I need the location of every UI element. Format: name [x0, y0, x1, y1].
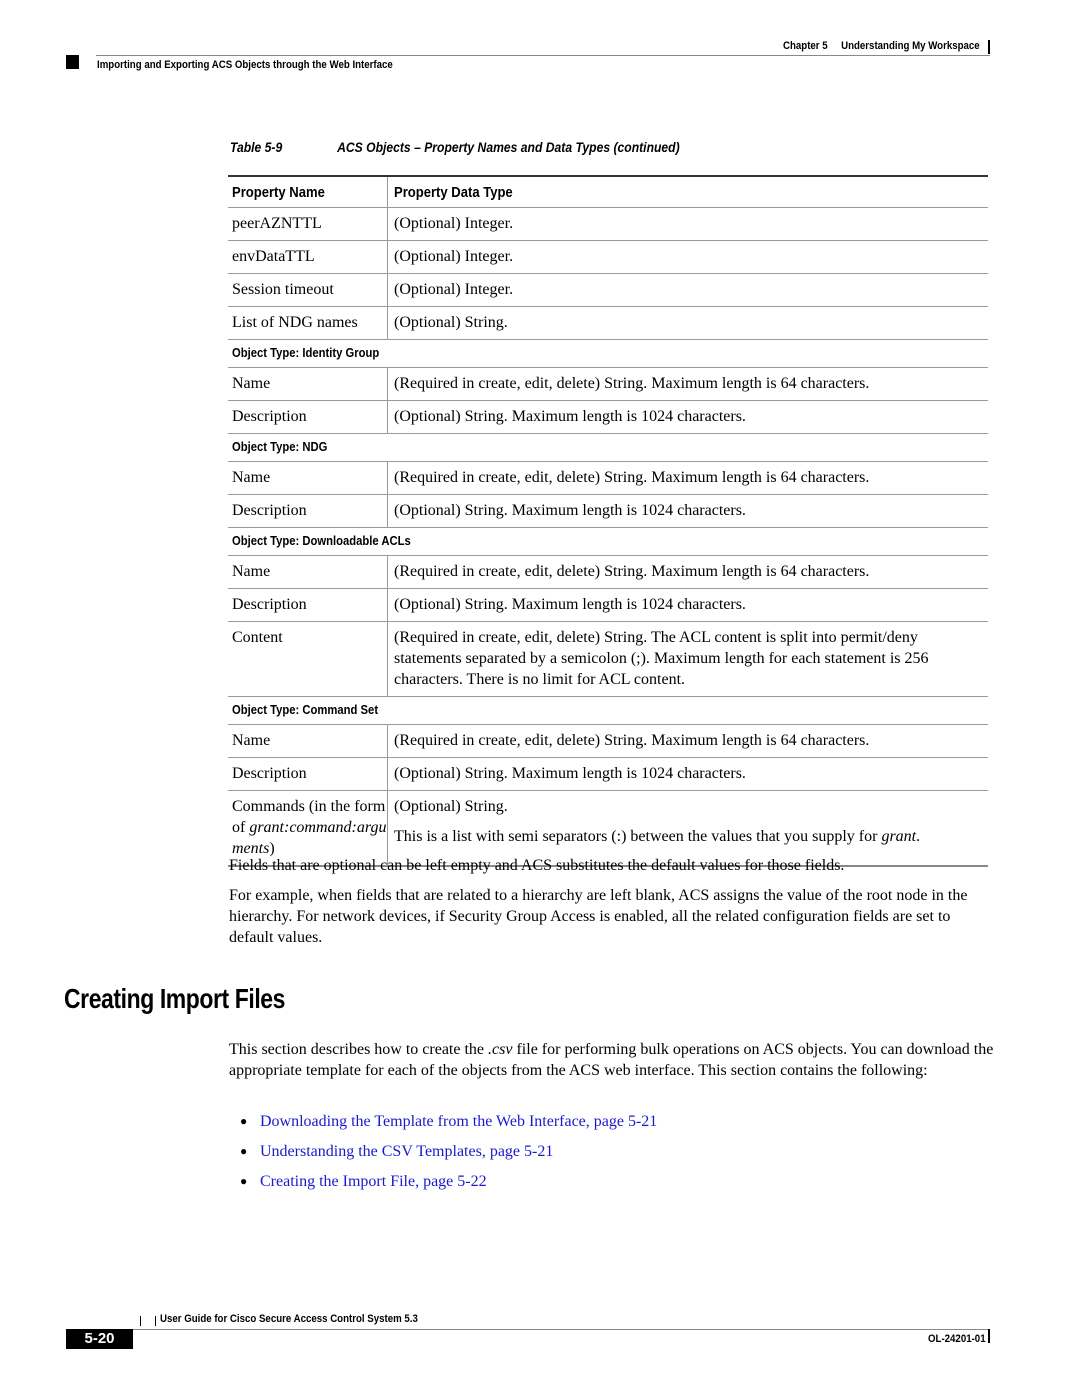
table-row: envDataTTL (Optional) Integer.: [228, 241, 988, 274]
table-row: Description (Optional) String. Maximum le…: [228, 401, 988, 434]
group-header-row: Object Type: Identity Group: [228, 340, 988, 368]
link-downloading-template[interactable]: Downloading the Template from the Web In…: [260, 1113, 657, 1130]
property-type-cell: (Required in create, edit, delete) Strin…: [394, 629, 929, 688]
chapter-label: Chapter 5 Understanding My Workspace: [783, 40, 980, 52]
footer-marks: [140, 1316, 156, 1326]
property-type-cell: (Optional) String. Maximum length is 102…: [394, 596, 746, 613]
footer-rule: [988, 1329, 990, 1343]
property-type-cell: (Optional) String. Maximum length is 102…: [394, 765, 746, 782]
property-table: Property Name Property Data Type peerAZN…: [228, 175, 988, 867]
link-understanding-csv-templates[interactable]: Understanding the CSV Templates, page 5-…: [260, 1143, 553, 1160]
object-type-label: Object Type: Downloadable ACLs: [232, 534, 411, 548]
property-type-cell: (Required in create, edit, delete) Strin…: [394, 375, 870, 392]
property-type-cell: (Optional) Integer.: [394, 281, 514, 298]
table-caption: Table 5-9 ACS Objects – Property Names an…: [230, 140, 680, 155]
table-title: ACS Objects – Property Names and Data Ty…: [337, 140, 680, 155]
column-header-property-data-type: Property Data Type: [394, 185, 513, 201]
property-name-cell: Description: [228, 495, 388, 527]
object-type-label: Object Type: NDG: [232, 440, 328, 454]
property-name-cell: Name: [228, 368, 388, 400]
header-rule: [988, 40, 990, 54]
property-name-cell: Name: [228, 462, 388, 494]
property-name-cell: peerAZNTTL: [228, 208, 388, 240]
property-type-cell: (Optional) String. This is a list with s…: [394, 798, 921, 845]
paragraph-example: For example, when fields that are relate…: [229, 887, 968, 946]
group-header-row: Object Type: Command Set: [228, 697, 988, 725]
list-item: ● Creating the Import File, page 5-22: [240, 1170, 657, 1200]
footer-title: User Guide for Cisco Secure Access Contr…: [160, 1313, 418, 1325]
bullet-icon: ●: [240, 1114, 248, 1128]
property-name-cell: Description: [228, 401, 388, 433]
group-header-row: Object Type: Downloadable ACLs: [228, 528, 988, 556]
object-type-label: Object Type: Command Set: [232, 703, 379, 717]
header-divider: [96, 55, 990, 56]
property-type-cell: (Optional) Integer.: [394, 215, 514, 232]
section-heading: Creating Import Files: [64, 983, 286, 1014]
property-name-cell: Description: [228, 589, 388, 621]
section-label: Importing and Exporting ACS Objects thro…: [97, 59, 393, 71]
table-row: Name (Required in create, edit, delete) S…: [228, 556, 988, 589]
table-row: Description (Optional) String. Maximum le…: [228, 495, 988, 528]
page-number: 5-20: [66, 1329, 133, 1349]
list-item: ● Understanding the CSV Templates, page 5…: [240, 1140, 657, 1170]
table-row: Name (Required in create, edit, delete) S…: [228, 725, 988, 758]
property-type-cell: (Optional) String. Maximum length is 102…: [394, 502, 746, 519]
header-marker: [66, 55, 79, 69]
table-number: Table 5-9: [230, 140, 283, 155]
bullet-icon: ●: [240, 1174, 248, 1188]
column-header-property-name: Property Name: [228, 177, 388, 207]
footer-divider: [133, 1329, 989, 1330]
property-name-cell: Name: [228, 556, 388, 588]
table-row: Content (Required in create, edit, delete…: [228, 622, 988, 697]
property-type-cell: (Optional) Integer.: [394, 248, 514, 265]
table-row: Name (Required in create, edit, delete) S…: [228, 462, 988, 495]
property-type-cell: (Optional) String.: [394, 314, 508, 331]
link-list: ● Downloading the Template from the Web I…: [240, 1110, 657, 1200]
table-row: Name (Required in create, edit, delete) S…: [228, 368, 988, 401]
object-type-label: Object Type: Identity Group: [232, 346, 380, 360]
property-name-cell: Content: [228, 622, 388, 696]
property-type-cell: (Required in create, edit, delete) Strin…: [394, 469, 870, 486]
table-row: Session timeout (Optional) Integer.: [228, 274, 988, 307]
bullet-icon: ●: [240, 1144, 248, 1158]
property-type-cell: (Required in create, edit, delete) Strin…: [394, 732, 870, 749]
table-row: Description (Optional) String. Maximum le…: [228, 589, 988, 622]
paragraph-optional-fields: Fields that are optional can be left emp…: [229, 857, 845, 874]
property-name-cell: Commands (in the form of grant:command:a…: [228, 791, 388, 865]
link-creating-import-file[interactable]: Creating the Import File, page 5-22: [260, 1173, 487, 1190]
property-type-cell: (Required in create, edit, delete) Strin…: [394, 563, 870, 580]
property-name-cell: Session timeout: [228, 274, 388, 306]
property-type-cell: (Optional) String. Maximum length is 102…: [394, 408, 746, 425]
property-name-cell: Name: [228, 725, 388, 757]
property-name-cell: List of NDG names: [228, 307, 388, 339]
table-row: List of NDG names (Optional) String.: [228, 307, 988, 340]
table-row: peerAZNTTL (Optional) Integer.: [228, 208, 988, 241]
body-text: Fields that are optional can be left emp…: [229, 855, 994, 957]
section-intro: This section describes how to create the…: [229, 1041, 994, 1079]
property-name-cell: Description: [228, 758, 388, 790]
table-header-row: Property Name Property Data Type: [228, 175, 988, 208]
group-header-row: Object Type: NDG: [228, 434, 988, 462]
table-row: Description (Optional) String. Maximum le…: [228, 758, 988, 791]
document-number: OL-24201-01: [928, 1333, 986, 1345]
list-item: ● Downloading the Template from the Web I…: [240, 1110, 657, 1140]
property-name-cell: envDataTTL: [228, 241, 388, 273]
